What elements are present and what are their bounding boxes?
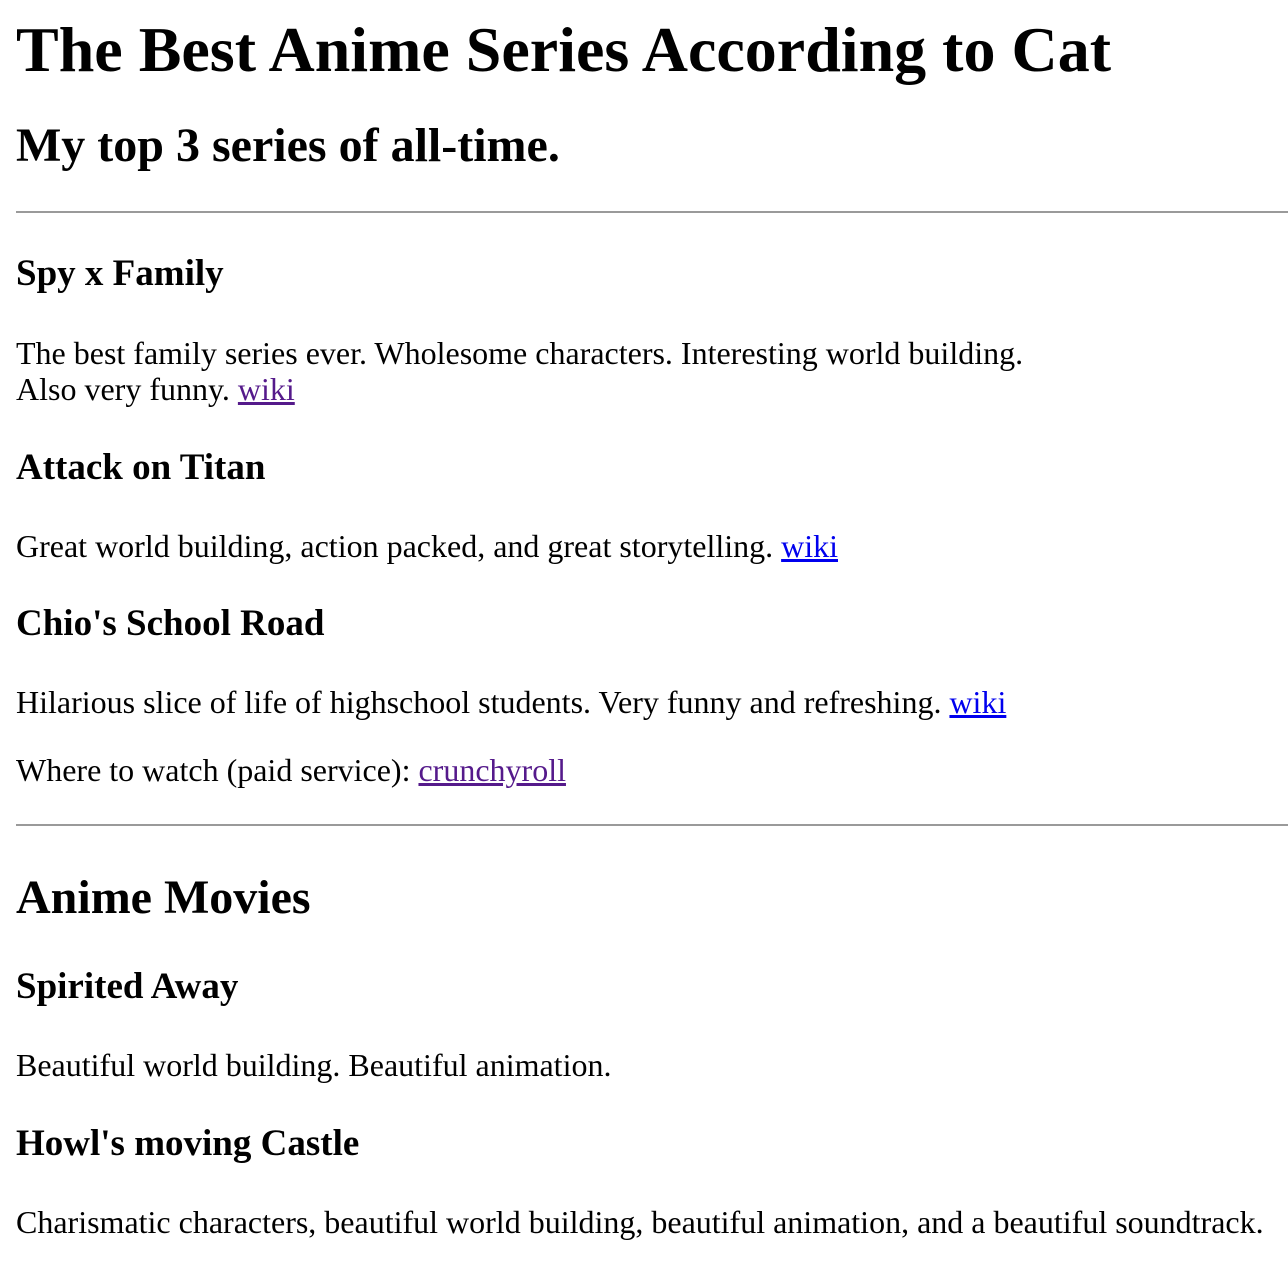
movie-title-howls-moving-castle: Howl's moving Castle	[16, 1123, 360, 1164]
where-to-watch: Where to watch (paid service): crunchyro…	[16, 720, 1288, 788]
movie-description-spirited-away: Beautiful world building. Beautiful anim…	[16, 1047, 612, 1083]
wiki-link-chios-school-road[interactable]: wiki	[949, 684, 1006, 720]
series-title-attack-on-titan: Attack on Titan	[16, 447, 266, 488]
series-description-line1: The best family series ever. Wholesome c…	[16, 335, 1024, 371]
series-description-text: Great world building, action packed, and…	[16, 528, 774, 564]
wiki-link-attack-on-titan[interactable]: wiki	[781, 528, 838, 564]
series-description-spy-x-family: The best family series ever. Wholesome c…	[16, 295, 1288, 407]
series-description-text: Hilarious slice of life of highschool st…	[16, 684, 942, 720]
page-title: The Best Anime Series According to Cat	[16, 14, 1111, 85]
series-description-line2: Also very funny.	[16, 371, 230, 407]
page: The Best Anime Series According to Cat M…	[0, 0, 1288, 1240]
crunchyroll-link[interactable]: crunchyroll	[418, 752, 566, 788]
series-description-attack-on-titan: Great world building, action packed, and…	[16, 489, 1288, 564]
movie-title-spirited-away: Spirited Away	[16, 966, 239, 1007]
series-description-chios-school-road: Hilarious slice of life of highschool st…	[16, 645, 1288, 720]
series-title-spy-x-family: Spy x Family	[16, 253, 224, 294]
movie-description-howls-moving-castle: Charismatic characters, beautiful world …	[16, 1204, 1264, 1240]
where-to-watch-label: Where to watch (paid service):	[16, 752, 411, 788]
page-subtitle: My top 3 series of all-time.	[16, 119, 560, 172]
movies-heading: Anime Movies	[16, 871, 311, 924]
wiki-link-spy-x-family[interactable]: wiki	[238, 371, 295, 407]
series-title-chios-school-road: Chio's School Road	[16, 603, 325, 644]
